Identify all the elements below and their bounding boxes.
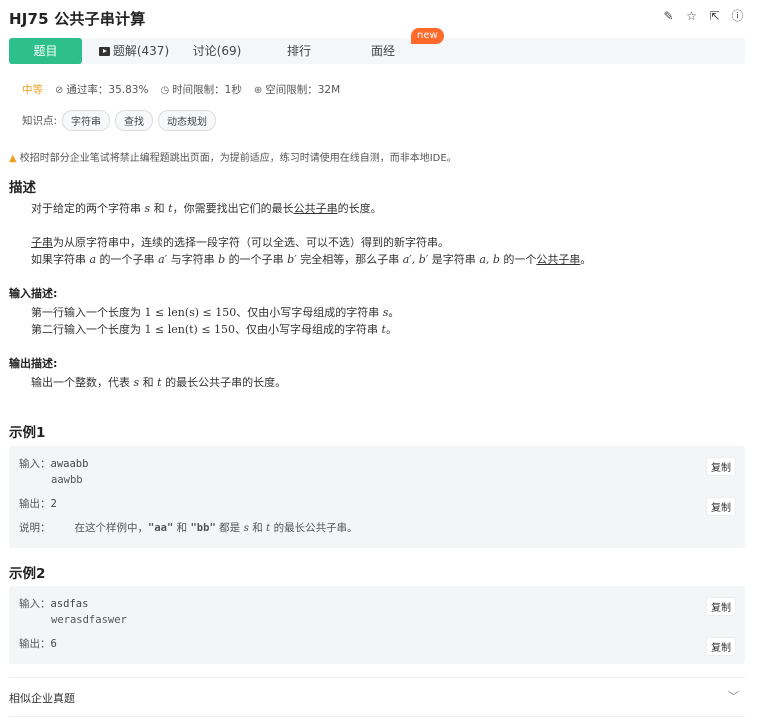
tab-rank[interactable]: 排行 bbox=[279, 38, 319, 64]
space-limit-text: 空间限制：32M bbox=[265, 84, 341, 96]
pass-rate-text: 通过率：35.83% bbox=[66, 84, 149, 96]
tab-discuss[interactable]: 讨论(69) bbox=[187, 38, 247, 64]
time-limit: ◷ 时间限制：1秒 bbox=[160, 82, 241, 97]
copy-input-button-2[interactable]: 复制 bbox=[706, 597, 736, 616]
video-icon bbox=[98, 47, 110, 56]
warning-text: 校招时部分企业笔试将禁止编程题跳出页面，为提前适应，练习时请使用在线自测，而非本… bbox=[19, 153, 457, 164]
input-desc-line-2: 第二行输入一个长度为 1 ≤ len(t) ≤ 150、仅由小写字母组成的字符串… bbox=[31, 323, 397, 336]
description-heading: 描述 bbox=[9, 180, 36, 196]
tab-solutions[interactable]: 题解(437) bbox=[94, 38, 174, 64]
check-circle-icon: ⊘ bbox=[55, 85, 64, 96]
copy-input-button[interactable]: 复制 bbox=[706, 457, 736, 476]
warning-notice: ▲ 校招时部分企业笔试将禁止编程题跳出页面，为提前适应，练习时请使用在线自测，而非… bbox=[9, 149, 457, 164]
output-desc-heading: 输出描述: bbox=[9, 357, 58, 370]
example2-output: 输出：6 bbox=[19, 638, 57, 650]
problem-meta: 中等 ⊘ 通过率：35.83% ◷ 时间限制：1秒 ⊕ 空间限制：32M bbox=[22, 82, 340, 97]
example2-box: 输入：asdfas werasdfaswer 输出：6 复制 复制 bbox=[9, 586, 745, 664]
tab-bar: 题目 题解(437) 讨论(69) 排行 面经 bbox=[9, 38, 745, 64]
knowledge-label: 知识点: bbox=[22, 115, 58, 127]
substring-link[interactable]: 子串 bbox=[31, 236, 53, 249]
tag-dp[interactable]: 动态规划 bbox=[158, 110, 217, 131]
tab-solutions-label: 题解(437) bbox=[112, 44, 170, 58]
copy-output-button[interactable]: 复制 bbox=[706, 497, 736, 516]
space-limit: ⊕ 空间限制：32M bbox=[254, 82, 340, 97]
example2-input: 输入：asdfas bbox=[19, 598, 89, 610]
description-line-1: 对于给定的两个字符串 s 和 t，你需要找出它们的最长公共子串的长度。 bbox=[31, 202, 382, 215]
memory-icon: ⊕ bbox=[253, 85, 263, 96]
example2-input-line2: werasdfaswer bbox=[51, 614, 127, 626]
pass-rate: ⊘ 通过率：35.83% bbox=[55, 82, 148, 97]
example1-explanation: 说明： 在这个样例中，"aa" 和 "bb" 都是 s 和 t 的最长公共子串。 bbox=[19, 522, 358, 534]
warning-icon: ▲ bbox=[9, 153, 17, 164]
example1-input-line2: aawbb bbox=[51, 474, 83, 486]
difficulty-badge: 中等 bbox=[22, 84, 43, 96]
page-title: HJ75 公共子串计算 bbox=[9, 10, 146, 28]
example1-output: 输出：2 bbox=[19, 498, 57, 510]
similar-questions-section[interactable]: 相似企业真题 ﹀ bbox=[9, 677, 745, 717]
example1-box: 输入：awaabb aawbb 输出：2 说明： 在这个样例中，"aa" 和 "b… bbox=[9, 446, 745, 548]
toolbar-icons: ✎ ☆ ⇱ ⓘ bbox=[662, 10, 744, 23]
new-badge: new bbox=[411, 28, 444, 44]
tag-search[interactable]: 查找 bbox=[115, 110, 154, 131]
copy-output-button-2[interactable]: 复制 bbox=[706, 637, 736, 656]
example2-heading: 示例2 bbox=[9, 566, 46, 582]
description-line-2: 子串为从原字符串中，连续的选择一段字符（可以全选、可以不选）得到的新字符串。 bbox=[31, 236, 449, 249]
info-icon[interactable]: ⓘ bbox=[731, 10, 744, 23]
star-icon[interactable]: ☆ bbox=[685, 10, 698, 23]
tab-interview[interactable]: 面经 bbox=[363, 38, 403, 64]
time-limit-text: 时间限制：1秒 bbox=[172, 84, 242, 96]
share-icon[interactable]: ⇱ bbox=[708, 10, 721, 23]
chevron-down-icon[interactable]: ﹀ bbox=[728, 688, 739, 704]
clock-icon: ◷ bbox=[160, 85, 170, 96]
example1-input: 输入：awaabb bbox=[19, 458, 89, 470]
tag-string[interactable]: 字符串 bbox=[62, 110, 111, 131]
input-desc-heading: 输入描述: bbox=[9, 287, 58, 300]
edit-icon[interactable]: ✎ bbox=[662, 10, 675, 23]
output-desc-line: 输出一个整数，代表 s 和 t 的最长公共子串的长度。 bbox=[31, 376, 287, 389]
common-substring-link-2[interactable]: 公共子串 bbox=[536, 253, 580, 266]
common-substring-link[interactable]: 公共子串 bbox=[294, 202, 338, 215]
divider bbox=[9, 716, 745, 717]
knowledge-points: 知识点: 字符串 查找 动态规划 bbox=[22, 110, 217, 131]
description-line-3: 如果字符串 a 的一个子串 a′ 与字符串 b 的一个子串 b′ 完全相等，那么… bbox=[31, 253, 592, 266]
example1-heading: 示例1 bbox=[9, 425, 46, 441]
tab-problem[interactable]: 题目 bbox=[9, 38, 82, 64]
input-desc-line-1: 第一行输入一个长度为 1 ≤ len(s) ≤ 150、仅由小写字母组成的字符串… bbox=[31, 306, 400, 319]
similar-questions-label: 相似企业真题 bbox=[9, 692, 75, 705]
